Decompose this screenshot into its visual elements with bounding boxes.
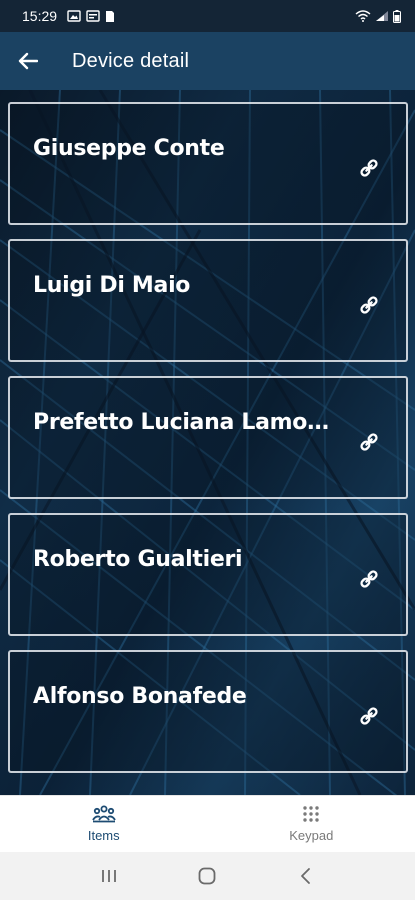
sim-icon <box>106 10 115 22</box>
tab-keypad-label: Keypad <box>289 828 334 843</box>
link-icon[interactable] <box>358 431 380 453</box>
people-group-icon <box>91 805 116 823</box>
home-icon <box>199 867 216 885</box>
content-area: Giuseppe Conte Luigi Di Maio Prefetto Lu… <box>0 90 415 795</box>
link-icon[interactable] <box>358 568 380 590</box>
page-title: Device detail <box>72 49 190 72</box>
arrow-left-icon <box>18 52 38 70</box>
back-icon <box>300 868 310 884</box>
device-item-name: Roberto Gualtieri <box>33 547 243 572</box>
bottom-navigation: Items Keypad <box>0 795 415 852</box>
message-icon <box>86 10 100 22</box>
status-time: 15:29 <box>22 8 58 24</box>
recents-button[interactable] <box>89 856 129 896</box>
tab-items-label: Items <box>87 828 120 843</box>
device-item-name: Giuseppe Conte <box>33 136 225 161</box>
device-item[interactable]: Prefetto Luciana Lamor... <box>8 376 408 499</box>
status-bar: 15:29 <box>0 0 415 32</box>
home-button[interactable] <box>187 856 227 896</box>
image-icon <box>67 10 81 22</box>
link-icon[interactable] <box>358 705 380 727</box>
link-icon[interactable] <box>358 294 380 316</box>
signal-icon <box>376 11 388 21</box>
tab-keypad[interactable]: Keypad <box>208 796 415 852</box>
device-items-list: Giuseppe Conte Luigi Di Maio Prefetto Lu… <box>8 102 408 787</box>
link-icon[interactable] <box>358 157 380 179</box>
battery-icon <box>393 9 401 23</box>
device-item[interactable]: Giuseppe Conte <box>8 102 408 225</box>
system-back-button[interactable] <box>286 856 326 896</box>
device-item[interactable]: Roberto Gualtieri <box>8 513 408 636</box>
device-item[interactable]: Luigi Di Maio <box>8 239 408 362</box>
device-item[interactable]: Alfonso Bonafede <box>8 650 408 773</box>
device-item-name: Prefetto Luciana Lamor... <box>33 410 333 435</box>
recents-icon <box>102 870 117 882</box>
device-item-name: Alfonso Bonafede <box>33 684 247 709</box>
back-button[interactable] <box>0 32 56 90</box>
tab-items[interactable]: Items <box>0 796 208 852</box>
keypad-icon <box>303 806 319 822</box>
system-navigation-bar <box>0 852 415 900</box>
app-bar: Device detail <box>0 32 415 90</box>
wifi-icon <box>355 10 371 22</box>
device-item-name: Luigi Di Maio <box>33 273 191 298</box>
